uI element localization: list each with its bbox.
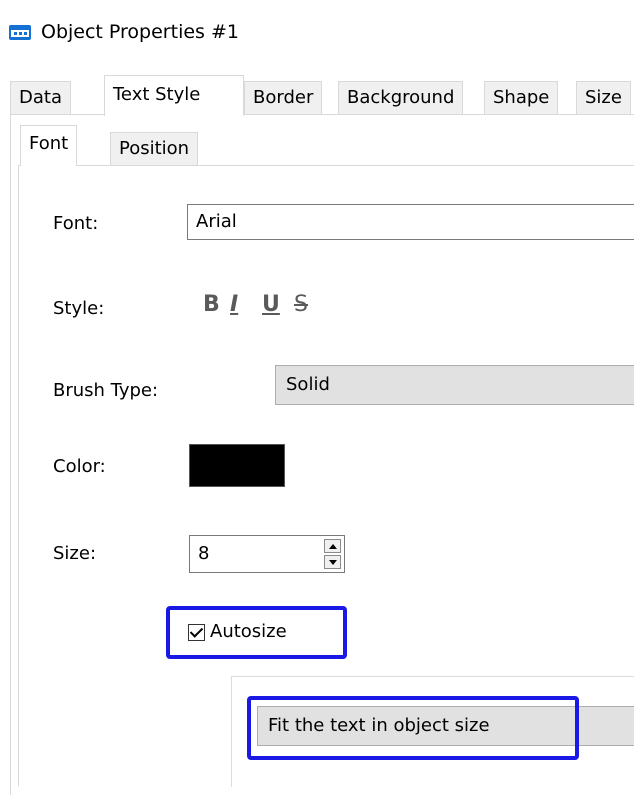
size-value[interactable]: 8: [198, 536, 209, 572]
color-swatch-button[interactable]: [189, 444, 285, 487]
size-stepper[interactable]: 8: [189, 535, 345, 573]
tab-size[interactable]: Size: [576, 81, 631, 114]
tab-shape[interactable]: Shape: [484, 81, 559, 114]
underline-button[interactable]: U: [262, 292, 280, 317]
italic-button[interactable]: I: [230, 292, 238, 317]
tab-background[interactable]: Background: [338, 81, 464, 114]
fit-mode-highlight: [247, 696, 579, 760]
bold-button[interactable]: B: [203, 292, 220, 317]
app-window-icon: [9, 25, 31, 40]
spin-up-icon[interactable]: [324, 539, 341, 553]
subtab-position[interactable]: Position: [110, 132, 199, 165]
size-spin-arrows[interactable]: [324, 539, 341, 569]
autosize-checkbox[interactable]: [188, 624, 205, 641]
color-label: Color:: [53, 456, 106, 477]
window-title: Object Properties #1: [41, 21, 239, 43]
main-tab-strip: Data Text Style Border Background Shape …: [10, 75, 634, 116]
brush-type-label: Brush Type:: [53, 380, 159, 401]
autosize-label[interactable]: Autosize: [210, 621, 287, 642]
strikethrough-button[interactable]: S: [294, 292, 308, 317]
font-label: Font:: [53, 213, 99, 234]
size-label: Size:: [53, 543, 97, 564]
title-bar: Object Properties #1: [0, 0, 634, 62]
font-field[interactable]: Arial: [187, 204, 634, 240]
spin-down-icon[interactable]: [324, 555, 341, 569]
style-label: Style:: [53, 298, 105, 319]
tab-text-style[interactable]: Text Style: [104, 75, 244, 116]
tab-data[interactable]: Data: [10, 81, 71, 114]
brush-type-select[interactable]: Solid: [275, 365, 634, 405]
tab-border[interactable]: Border: [244, 81, 323, 114]
subtab-font[interactable]: Font: [20, 125, 78, 166]
